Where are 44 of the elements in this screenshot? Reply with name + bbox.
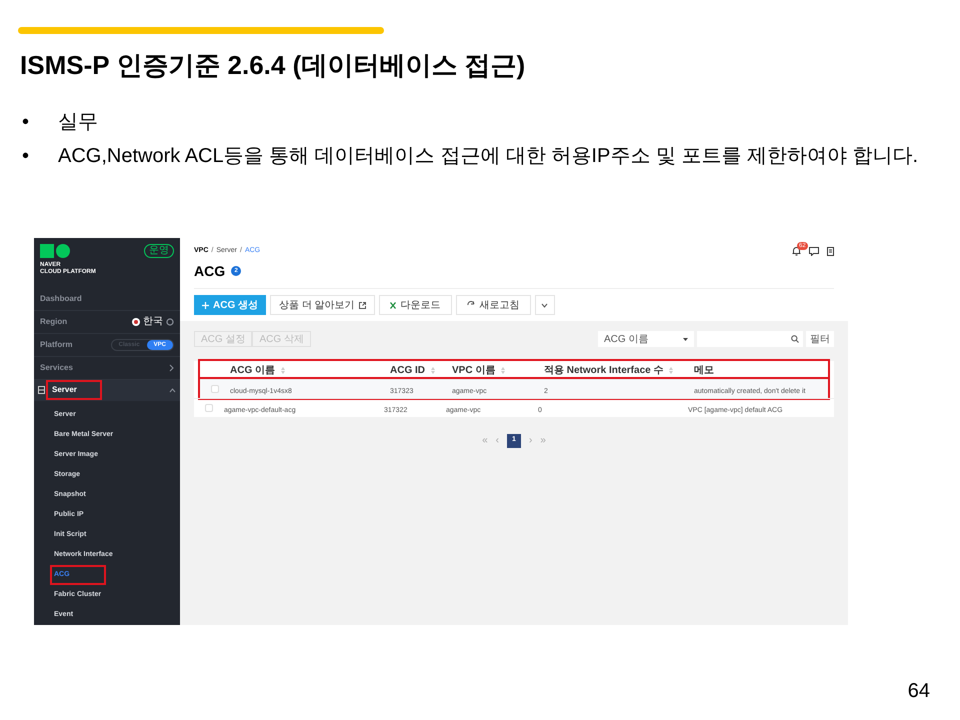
refresh-button[interactable]: 새로고침 [456,295,531,315]
row-checkbox[interactable] [205,404,213,412]
learn-more-button[interactable]: 상품 더 알아보기 [270,295,375,315]
bell-icon[interactable] [792,246,801,256]
external-link-icon [358,302,366,308]
settings-icon[interactable] [166,318,174,326]
logo-icon [40,244,70,258]
search-icon [791,335,799,343]
dashboard-link[interactable]: Dashboard [40,292,82,305]
bullet-text: ACG,Network ACL등을 통해 데이터베이스 접근에 대한 허용IP주소 및 포트를 제한하여야 합니다. [58,144,918,169]
column-header[interactable]: VPC 이름 [452,362,496,378]
download-button[interactable]: 다운로드 [378,295,452,315]
column-header[interactable]: ACG 이름 [230,362,275,378]
chat-icon[interactable] [809,246,819,256]
plus-icon [202,302,209,308]
chevron-right-icon [169,364,174,372]
bullet-mark: • [22,144,30,169]
region-label: Region [40,316,68,328]
slide-title: ISMS-P 인증기준 2.6.4 (데이터베이스 접근) [20,49,526,82]
chevron-down-icon [541,302,548,308]
server-icon [38,386,45,394]
sort-icon [501,366,506,374]
bullet-mark: • [22,110,30,135]
page-number: 64 [908,679,930,704]
sort-icon [281,366,285,374]
environment-badge: 운영 [144,244,174,258]
column-header[interactable]: ACG ID [390,362,425,378]
bullet-text: 실무 [58,110,98,135]
region-value[interactable]: 한국 [143,314,163,330]
document-icon[interactable] [827,246,834,256]
flag-icon [132,318,140,326]
search-type-dropdown[interactable]: ACG 이름 [598,331,694,347]
row-checkbox[interactable] [211,385,219,393]
page-title: ACG [194,262,226,280]
services-link[interactable]: Services [40,362,73,374]
sort-icon [669,366,674,374]
excel-x-icon [390,302,396,308]
sort-icon [431,366,435,374]
platform-label: Platform [40,338,72,351]
column-header[interactable]: 적용 Network Interface 수 [544,362,664,378]
column-header[interactable]: 메모 [694,362,714,378]
search-field[interactable] [697,331,803,347]
dropdown-caret-icon [683,338,688,340]
filter-button[interactable]: 필터 [806,331,834,347]
